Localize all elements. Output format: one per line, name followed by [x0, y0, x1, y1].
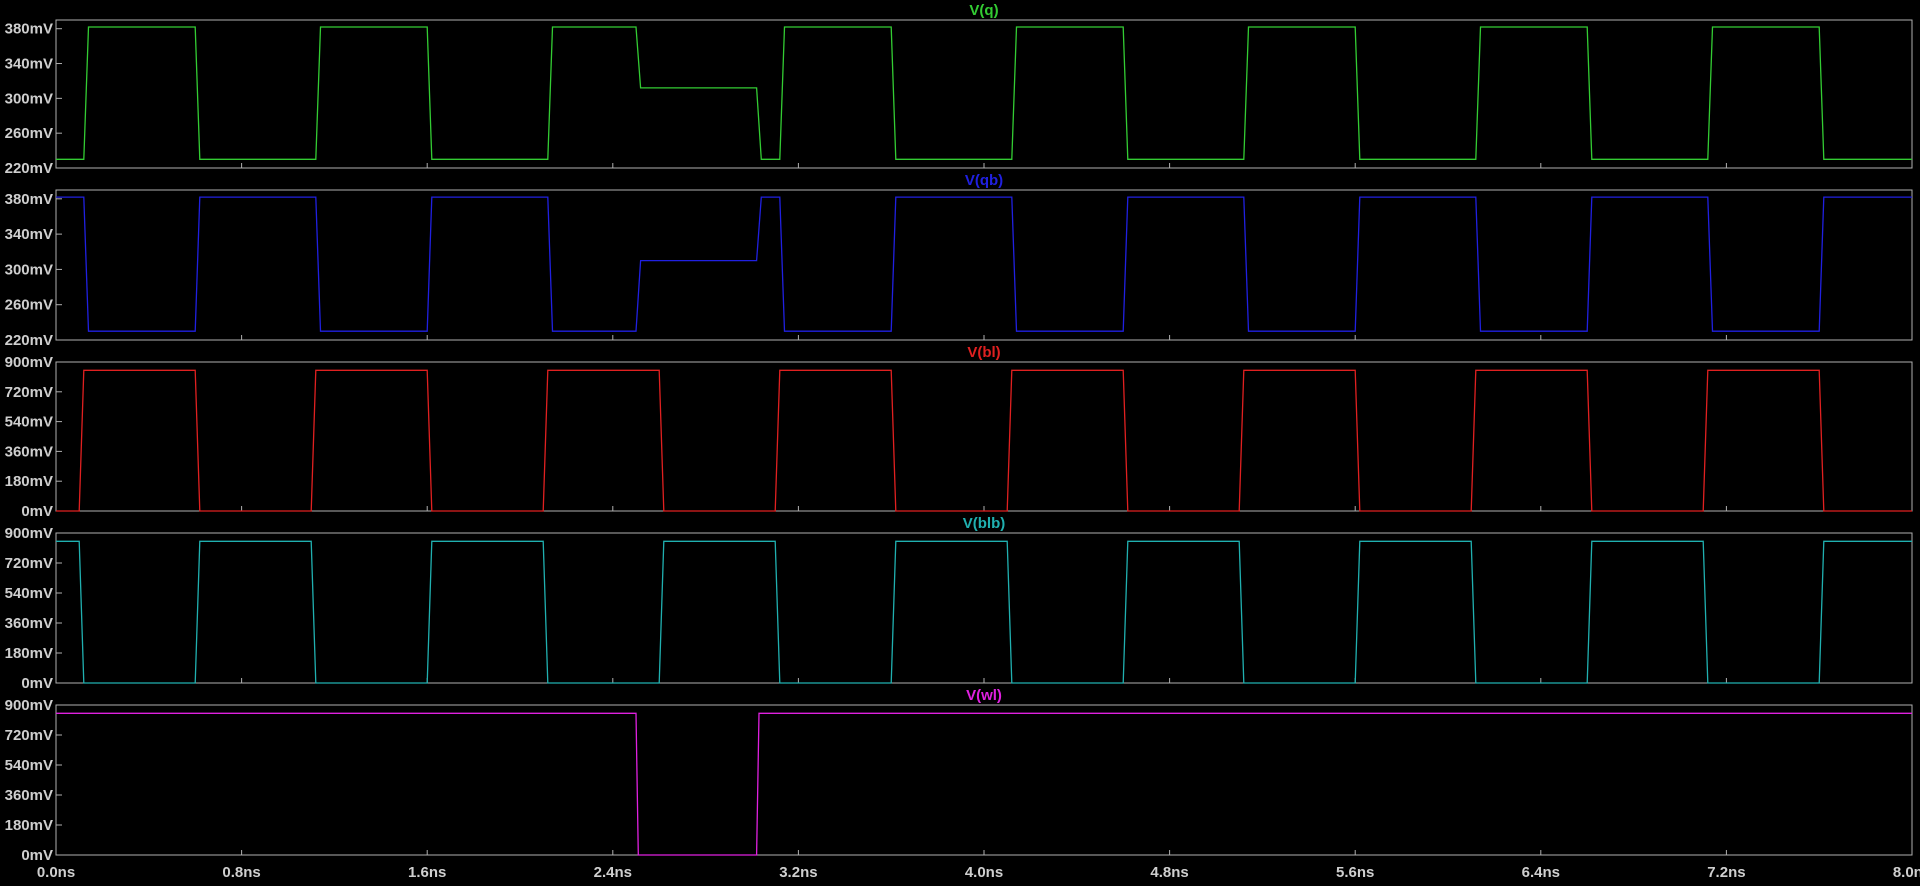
x-tick-label: 4.8ns [1150, 864, 1188, 881]
y-tick-label: 360mV [5, 615, 53, 632]
y-tick-label: 360mV [5, 787, 53, 804]
y-tick-label: 0mV [21, 503, 53, 520]
y-tick-label: 220mV [5, 160, 53, 177]
panel-v-q: V(q) 220mV 260mV 300mV 340mV 380mV [5, 2, 1913, 177]
x-tick-label: 2.4ns [594, 864, 632, 881]
y-tick-label: 0mV [21, 847, 53, 864]
y-tick-label: 900mV [5, 525, 53, 542]
waveform-viewer: V(q) 220mV 260mV 300mV 340mV 380mV V(qb) 220mV 2… [0, 0, 1920, 886]
y-tick-label: 260mV [5, 125, 53, 142]
x-tick-label: 8.0ns [1893, 864, 1920, 881]
y-tick-label: 0mV [21, 675, 53, 692]
y-tick-label: 260mV [5, 297, 53, 314]
y-tick-label: 720mV [5, 727, 53, 744]
trace-v-bl [56, 369, 1912, 512]
panel-title: V(q) [969, 2, 998, 19]
panel-v-wl: V(wl) 0mV 180mV 360mV 540mV 720mV 900mV [5, 687, 1913, 864]
panel-title: V(bl) [967, 344, 1000, 361]
panel-title: V(qb) [965, 172, 1003, 189]
y-tick-label: 900mV [5, 354, 53, 371]
y-tick-label: 340mV [5, 56, 53, 73]
x-tick-label: 0.0ns [37, 864, 75, 881]
y-tick-label: 720mV [5, 384, 53, 401]
y-tick-label: 300mV [5, 90, 53, 107]
panel-title: V(blb) [963, 515, 1006, 532]
y-tick-label: 360mV [5, 443, 53, 460]
y-tick-label: 540mV [5, 414, 53, 431]
panel-frame [55, 532, 1913, 684]
y-tick-label: 540mV [5, 757, 53, 774]
panel-frame [55, 704, 1913, 856]
panel-title: V(wl) [966, 687, 1002, 704]
panel-frame [55, 189, 1913, 341]
panel-frame [55, 361, 1913, 512]
panel-frame [55, 19, 1913, 169]
x-tick-label: 7.2ns [1707, 864, 1745, 881]
trace-v-q [56, 26, 1912, 160]
y-tick-label: 900mV [5, 697, 53, 714]
trace-v-qb [56, 196, 1912, 332]
trace-v-blb [56, 540, 1912, 684]
y-tick-label: 300mV [5, 261, 53, 278]
y-tick-label: 220mV [5, 332, 53, 349]
panel-v-qb: V(qb) 220mV 260mV 300mV 340mV 380mV [5, 172, 1913, 349]
x-tick-label: 3.2ns [779, 864, 817, 881]
y-tick-label: 540mV [5, 585, 53, 602]
x-tick-label: 0.8ns [222, 864, 260, 881]
y-tick-label: 340mV [5, 226, 53, 243]
x-tick-label: 4.0ns [965, 864, 1003, 881]
panel-v-blb: V(blb) 0mV 180mV 360mV 540mV 720mV 900mV [5, 515, 1913, 692]
y-tick-label: 180mV [5, 645, 53, 662]
x-tick-label: 1.6ns [408, 864, 446, 881]
y-tick-label: 380mV [5, 191, 53, 208]
waveform-plot: V(q) 220mV 260mV 300mV 340mV 380mV V(qb) 220mV 2… [5, 2, 1920, 881]
panel-v-bl: V(bl) 0mV 180mV 360mV 540mV 720mV 900mV [5, 344, 1913, 520]
trace-v-wl [56, 712, 1912, 856]
y-tick-label: 380mV [5, 21, 53, 38]
x-tick-label: 6.4ns [1522, 864, 1560, 881]
y-tick-label: 180mV [5, 473, 53, 490]
y-tick-label: 720mV [5, 555, 53, 572]
x-tick-label: 5.6ns [1336, 864, 1374, 881]
y-tick-label: 180mV [5, 817, 53, 834]
